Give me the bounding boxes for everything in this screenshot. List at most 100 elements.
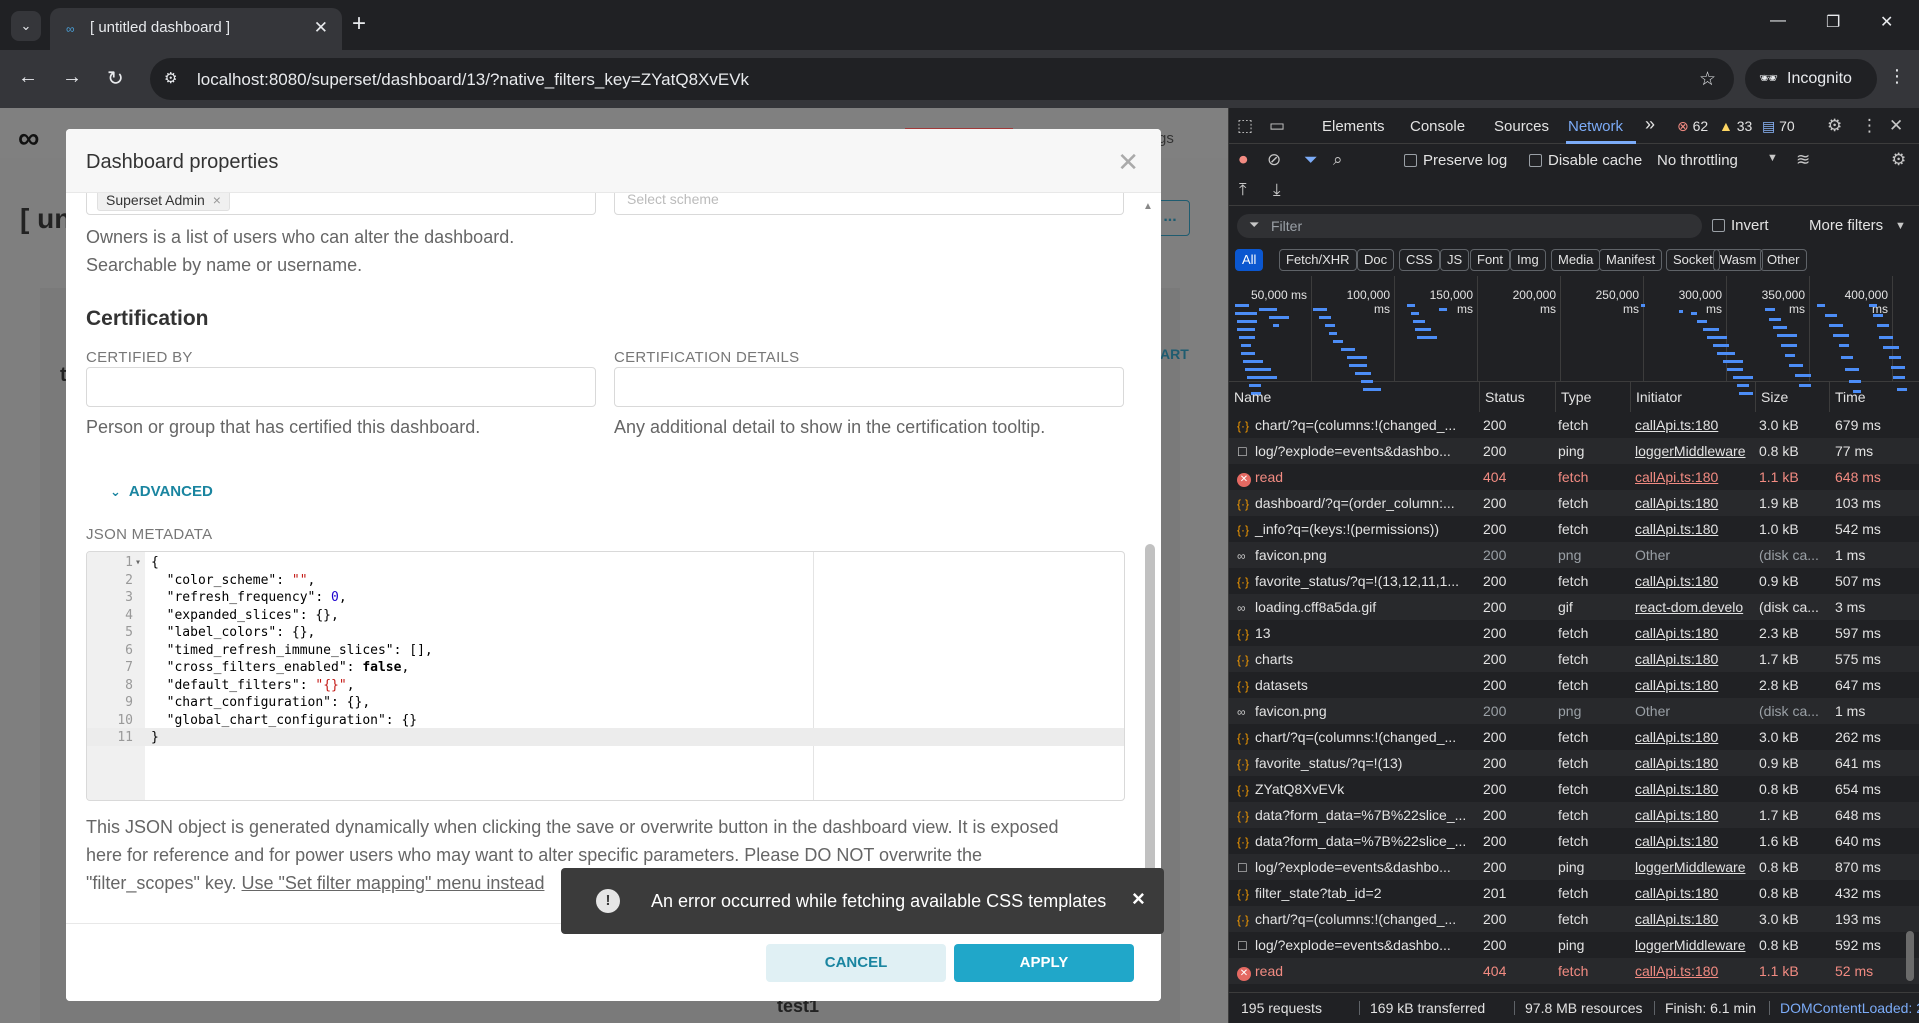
type-filter-manifest[interactable]: Manifest [1599, 249, 1663, 271]
search-icon[interactable]: ⌕ [1333, 150, 1343, 170]
back-arrow-icon[interactable]: ← [18, 66, 38, 89]
tab-search-chevron-icon[interactable]: ⌄ [11, 11, 41, 41]
request-initiator[interactable]: Other [1635, 698, 1757, 724]
request-row[interactable]: {·} favorite_status/?q=!(13,12,11,1... 200… [1229, 568, 1919, 594]
set-filter-mapping-link[interactable]: Use "Set filter mapping" menu instead [242, 873, 545, 893]
settings-gear-icon[interactable]: ⚙ [1827, 116, 1842, 136]
request-initiator[interactable]: callApi.ts:180 [1635, 724, 1757, 750]
request-row[interactable]: {·} chart/?q=(columns:!(changed_... 200 fet… [1229, 724, 1919, 750]
toast-close-icon[interactable]: × [1132, 886, 1145, 912]
column-header-time[interactable]: Time [1829, 382, 1919, 412]
restore-icon[interactable]: ❐ [1826, 12, 1840, 32]
window-close-icon[interactable]: ✕ [1880, 12, 1893, 32]
request-initiator[interactable]: callApi.ts:180 [1635, 516, 1757, 542]
request-initiator[interactable]: callApi.ts:180 [1635, 464, 1757, 490]
browser-tab[interactable]: ∞ [ untitled dashboard ] ✕ [50, 8, 342, 50]
request-initiator[interactable]: callApi.ts:180 [1635, 646, 1757, 672]
modal-close-icon[interactable]: ✕ [1117, 147, 1139, 178]
column-header-initiator[interactable]: Initiator [1630, 382, 1755, 412]
request-row[interactable]: ✕ read 404 fetch callApi.ts:180 1.1 kB 52 ms [1229, 958, 1919, 984]
request-initiator[interactable]: callApi.ts:180 [1635, 828, 1757, 854]
request-row[interactable]: {·} data?form_data=%7B%22slice_... 200 fetc… [1229, 802, 1919, 828]
reload-icon[interactable]: ↻ [107, 66, 124, 91]
request-initiator[interactable]: callApi.ts:180 [1635, 802, 1757, 828]
request-row[interactable]: {·} data?form_data=%7B%22slice_... 200 fetc… [1229, 828, 1919, 854]
request-table-scrollbar[interactable] [1904, 411, 1916, 991]
invert-checkbox[interactable] [1712, 219, 1725, 232]
tab-close-icon[interactable]: ✕ [314, 18, 328, 38]
request-initiator[interactable]: callApi.ts:180 [1635, 412, 1757, 438]
request-initiator[interactable]: loggerMiddleware [1635, 932, 1757, 958]
request-row[interactable]: {·} ZYatQ8XvEVk 200 fetch callApi.ts:180 0.8 … [1229, 776, 1919, 802]
json-metadata-editor[interactable]: 1 ▾{2 "color_scheme": "", 3 "refresh_frequ… [86, 551, 1125, 801]
type-filter-all[interactable]: All [1235, 249, 1264, 271]
type-filter-fetchxhr[interactable]: Fetch/XHR [1279, 249, 1357, 271]
record-stop-icon[interactable]: ⏺ [1239, 150, 1248, 170]
type-filter-css[interactable]: CSS [1399, 249, 1440, 271]
request-initiator[interactable]: callApi.ts:180 [1635, 776, 1757, 802]
throttling-dropdown-icon[interactable]: ▼ [1767, 152, 1778, 164]
request-row[interactable]: {·} favorite_status/?q=!(13) 200 fetch callA… [1229, 750, 1919, 776]
request-initiator[interactable]: callApi.ts:180 [1635, 568, 1757, 594]
more-filters-dropdown-icon[interactable]: ▼ [1895, 220, 1906, 232]
type-filter-img[interactable]: Img [1510, 249, 1546, 271]
more-tabs-icon[interactable]: » [1645, 114, 1655, 135]
request-initiator[interactable]: callApi.ts:180 [1635, 672, 1757, 698]
throttling-select[interactable]: No throttling [1657, 152, 1738, 169]
owner-tag-remove-icon[interactable]: × [213, 193, 221, 208]
type-filter-js[interactable]: JS [1440, 249, 1470, 271]
new-tab-plus-icon[interactable]: + [352, 10, 366, 38]
request-initiator[interactable]: callApi.ts:180 [1635, 958, 1757, 984]
error-count-badge[interactable]: ⊗ 62 [1677, 118, 1708, 135]
tab-console[interactable]: Console [1410, 118, 1465, 135]
type-filter-wasm[interactable]: Wasm [1713, 249, 1764, 271]
request-initiator[interactable]: callApi.ts:180 [1635, 490, 1757, 516]
tab-elements[interactable]: Elements [1322, 118, 1385, 135]
column-header-size[interactable]: Size [1755, 382, 1829, 412]
network-overview-timeline[interactable]: 50,000 ms 100,000 ms 150,000 ms 200,000 ms 2… [1229, 276, 1919, 395]
devtools-menu-icon[interactable]: ⋮ [1861, 116, 1878, 136]
column-header-status[interactable]: Status [1479, 382, 1555, 412]
type-filter-socket[interactable]: Socket [1666, 249, 1720, 271]
apply-button[interactable]: APPLY [954, 944, 1134, 982]
request-row[interactable]: {·} dashboard/?q=(order_column:... 200 fetc… [1229, 490, 1919, 516]
more-filters-button[interactable]: More filters [1809, 217, 1883, 234]
request-row[interactable]: {·} _info?q=(keys:!(permissions)) 200 fetch… [1229, 516, 1919, 542]
modal-scroll-thumb[interactable] [1145, 544, 1155, 924]
owners-select[interactable]: Superset Admin × [86, 193, 596, 215]
request-row[interactable]: ∞ favicon.png 200 png Other (disk ca... 1 ms [1229, 542, 1919, 568]
request-row[interactable]: {·} chart/?q=(columns:!(changed_... 200 fet… [1229, 412, 1919, 438]
browser-menu-icon[interactable]: ⋮ [1888, 66, 1906, 87]
request-row[interactable]: {·} datasets 200 fetch callApi.ts:180 2.8 kB 6… [1229, 672, 1919, 698]
request-initiator[interactable]: loggerMiddleware [1635, 438, 1757, 464]
export-har-icon[interactable]: ⤓ [1273, 180, 1281, 200]
clear-icon[interactable]: ⊘ [1267, 150, 1281, 170]
column-header-name[interactable]: Name [1229, 382, 1479, 412]
request-row[interactable]: ☐ log/?explode=events&dashbo... 200 ping log… [1229, 438, 1919, 464]
request-row[interactable]: ∞ favicon.png 200 png Other (disk ca... 1 ms [1229, 698, 1919, 724]
device-toolbar-icon[interactable]: ▭ [1269, 116, 1285, 136]
message-count-badge[interactable]: ▤ 70 [1762, 118, 1795, 135]
certified-by-input[interactable] [86, 367, 596, 407]
request-row[interactable]: ✕ read 404 fetch callApi.ts:180 1.1 kB 648 ms [1229, 464, 1919, 490]
incognito-badge[interactable]: 🕶 Incognito [1745, 59, 1877, 99]
warning-count-badge[interactable]: ▲ 33 [1719, 118, 1752, 134]
request-initiator[interactable]: callApi.ts:180 [1635, 620, 1757, 646]
request-initiator[interactable]: Other [1635, 542, 1757, 568]
bookmark-star-icon[interactable]: ☆ [1699, 68, 1716, 91]
certification-details-input[interactable] [614, 367, 1124, 407]
devtools-close-icon[interactable]: ✕ [1889, 116, 1903, 136]
type-filter-font[interactable]: Font [1470, 249, 1511, 271]
minimize-icon[interactable]: — [1770, 12, 1786, 30]
request-row[interactable]: {·} charts 200 fetch callApi.ts:180 1.7 kB 575… [1229, 646, 1919, 672]
type-filter-media[interactable]: Media [1551, 249, 1601, 271]
request-row[interactable]: ☐ log/?explode=events&dashbo... 200 ping log… [1229, 854, 1919, 880]
request-initiator[interactable]: callApi.ts:180 [1635, 750, 1757, 776]
cancel-button[interactable]: CANCEL [766, 944, 946, 982]
filter-funnel-icon[interactable]: ⏷ [1304, 150, 1318, 170]
fold-arrow-icon[interactable]: ▾ [135, 554, 141, 572]
tab-network[interactable]: Network [1568, 118, 1623, 135]
filter-input[interactable]: ⏷ Filter [1237, 214, 1702, 238]
color-scheme-select[interactable]: Select scheme [614, 193, 1124, 215]
inspect-element-icon[interactable]: ⬚ [1237, 116, 1253, 136]
